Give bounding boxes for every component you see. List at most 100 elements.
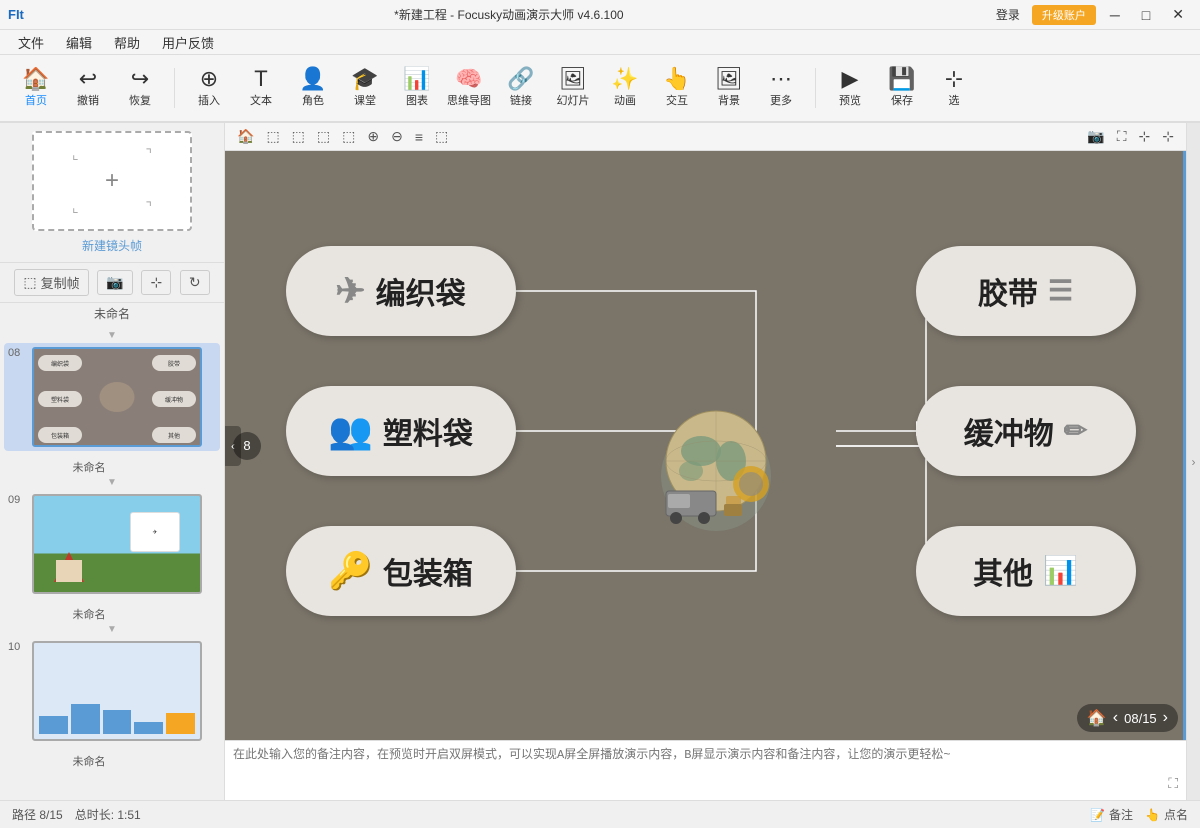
canvas-tool-5[interactable]: ⬚	[431, 126, 452, 147]
canvas-expand[interactable]: ⊹	[1158, 126, 1178, 147]
slide-collapse-09[interactable]: ▼	[4, 475, 220, 490]
toolbar-character[interactable]: 👤 角色	[287, 58, 339, 118]
note-button[interactable]: 📝 备注	[1090, 806, 1133, 823]
loop-button[interactable]: ↻	[180, 270, 210, 295]
canvas-zoom-in[interactable]: ⊕	[363, 126, 383, 147]
camera-button[interactable]: 📷	[97, 270, 132, 295]
class-icon: 🎓	[351, 68, 378, 90]
thumb-content-09: ✈	[34, 496, 200, 592]
slide-item-09[interactable]: 09 ✈	[4, 490, 220, 598]
canvas-screenshot[interactable]: 📷	[1083, 126, 1108, 147]
toolbar-preview[interactable]: ▶ 预览	[824, 58, 876, 118]
crop-button[interactable]: ⊹	[141, 270, 171, 295]
save-icon: 💾	[888, 68, 915, 90]
toolbar-slide[interactable]: 🖼 幻灯片	[547, 58, 599, 118]
slide-num-10: 10	[8, 641, 26, 653]
point-button[interactable]: 👆 点名	[1145, 806, 1188, 823]
slide-list: ▼ 08 编织袋 塑料袋 包装箱 胶带 缓冲物 其他	[0, 324, 224, 800]
new-frame-plus-icon: +	[105, 167, 119, 195]
toolbar-save-label: 保存	[891, 92, 913, 108]
slide-collapse-10[interactable]: ▼	[4, 622, 220, 637]
preview-icon: ▶	[842, 68, 859, 90]
loop-icon: ↻	[189, 274, 201, 291]
main-canvas[interactable]: ‹ 8	[225, 151, 1186, 740]
node-baozhuangxiang[interactable]: 🔑 包装箱	[286, 526, 516, 616]
collapse-icon-09: ▼	[107, 477, 117, 488]
toolbar-class[interactable]: 🎓 课堂	[339, 58, 391, 118]
qita-label: 其他	[973, 549, 1033, 593]
menu-file[interactable]: 文件	[8, 31, 54, 54]
toolbar-preview-label: 预览	[839, 92, 861, 108]
canvas-fullscreen[interactable]: ⛶	[1113, 126, 1131, 147]
toolbar-save[interactable]: 💾 保存	[876, 58, 928, 118]
node-huanchongwu[interactable]: 缓冲物 ✏	[916, 386, 1136, 476]
toolbar-slide-label: 幻灯片	[557, 92, 590, 108]
minimize-button[interactable]: ─	[1102, 5, 1128, 25]
maximize-button[interactable]: □	[1134, 5, 1158, 25]
slide-item-08[interactable]: 08 编织袋 塑料袋 包装箱 胶带 缓冲物 其他	[4, 343, 220, 451]
new-frame-button[interactable]: ⌞ ⌝ + ⌞ ⌝	[32, 131, 192, 231]
menu-edit[interactable]: 编辑	[56, 31, 102, 54]
close-button[interactable]: ✕	[1164, 4, 1192, 25]
thumb-box-3: 包装箱	[38, 427, 82, 443]
canvas-tool-4[interactable]: ⬚	[338, 126, 359, 147]
upgrade-button[interactable]: 升级账户	[1032, 5, 1096, 25]
slide-name-09: 未命名	[4, 606, 174, 622]
sidebar-tools-row: ⬚ 复制帧 📷 ⊹ ↻	[0, 263, 224, 303]
menu-help[interactable]: 帮助	[104, 31, 150, 54]
toolbar-more[interactable]: ⋯ 更多	[755, 58, 807, 118]
page-home-button[interactable]: 🏠	[1087, 708, 1107, 728]
toolbar-undo[interactable]: ↩ 撤销	[62, 58, 114, 118]
right-collapse-handle[interactable]: ›	[1186, 123, 1200, 800]
canvas-menu[interactable]: ≡	[411, 127, 427, 147]
slide-thumb-08: 编织袋 塑料袋 包装箱 胶带 缓冲物 其他	[32, 347, 202, 447]
toolbar-interact[interactable]: 👆 交互	[651, 58, 703, 118]
node-qita[interactable]: 其他 📊	[916, 526, 1136, 616]
node-jiaodai[interactable]: 胶带 ☰	[916, 246, 1136, 336]
camera-icon: 📷	[106, 274, 123, 291]
node-bianzhibao[interactable]: ✈ 编织袋	[286, 246, 516, 336]
toolbar-background[interactable]: 🖼 背景	[703, 58, 755, 118]
chart-icon: 📊	[403, 68, 430, 90]
canvas-home-btn[interactable]: 🏠	[233, 126, 258, 147]
canvas-fit[interactable]: ⊹	[1135, 126, 1155, 147]
frame-corner-br: ⌝	[145, 199, 152, 216]
canvas-tool-3[interactable]: ⬚	[313, 126, 334, 147]
node-suliaodai[interactable]: 👥 塑料袋	[286, 386, 516, 476]
canvas-zoom-out[interactable]: ⊖	[387, 126, 407, 147]
canvas-right-border	[1183, 151, 1186, 740]
copy-frame-button[interactable]: ⬚ 复制帧	[14, 269, 88, 296]
toolbar-chart[interactable]: 📊 图表	[391, 58, 443, 118]
note-input[interactable]	[233, 745, 1178, 796]
undo-icon: ↩	[79, 68, 97, 90]
thumb-content-10	[34, 643, 200, 739]
status-bar: 路径 8/15 总时长: 1:51 📝 备注 👆 点名	[0, 800, 1200, 828]
slide-collapse-08[interactable]: ▼	[4, 328, 220, 343]
slide-item-10[interactable]: 10	[4, 637, 220, 745]
toolbar-text[interactable]: T 文本	[235, 58, 287, 118]
slide-num-08: 08	[8, 347, 26, 359]
collapse-icon-08: ▼	[107, 330, 117, 341]
huanchongwu-icon: ✏	[1064, 414, 1087, 447]
toolbar-link[interactable]: 🔗 链接	[495, 58, 547, 118]
page-indicator: 🏠 ‹ 08/15 ›	[1077, 704, 1178, 732]
login-button[interactable]: 登录	[990, 4, 1026, 25]
canvas-tool-2[interactable]: ⬚	[288, 126, 309, 147]
window-title: *新建工程 - Focusky动画演示大师 v4.6.100	[28, 6, 990, 23]
mindmap-canvas: ✈ 编织袋 👥 塑料袋 🔑 包装箱	[266, 206, 1146, 686]
toolbar-nav-group: 🏠 首页 ↩ 撤销 ↪ 恢复	[10, 58, 166, 118]
qita-icon: 📊	[1043, 554, 1078, 587]
page-next-button[interactable]: ›	[1163, 709, 1168, 727]
page-prev-button[interactable]: ‹	[1113, 709, 1118, 727]
toolbar-select[interactable]: ⊹ 选	[928, 58, 980, 118]
toolbar-home[interactable]: 🏠 首页	[10, 58, 62, 118]
toolbar-redo[interactable]: ↪ 恢复	[114, 58, 166, 118]
toolbar-mindmap[interactable]: 🧠 思维导图	[443, 58, 495, 118]
canvas-tool-1[interactable]: ⬚	[262, 126, 283, 147]
note-expand-button[interactable]: ⛶	[1168, 775, 1178, 792]
menu-feedback[interactable]: 用户反馈	[152, 31, 224, 54]
note-icon: 📝	[1090, 808, 1105, 822]
toolbar-animation[interactable]: ✨ 动画	[599, 58, 651, 118]
app-logo-text: FIt	[8, 7, 24, 22]
toolbar-insert[interactable]: ⊕ 插入	[183, 58, 235, 118]
